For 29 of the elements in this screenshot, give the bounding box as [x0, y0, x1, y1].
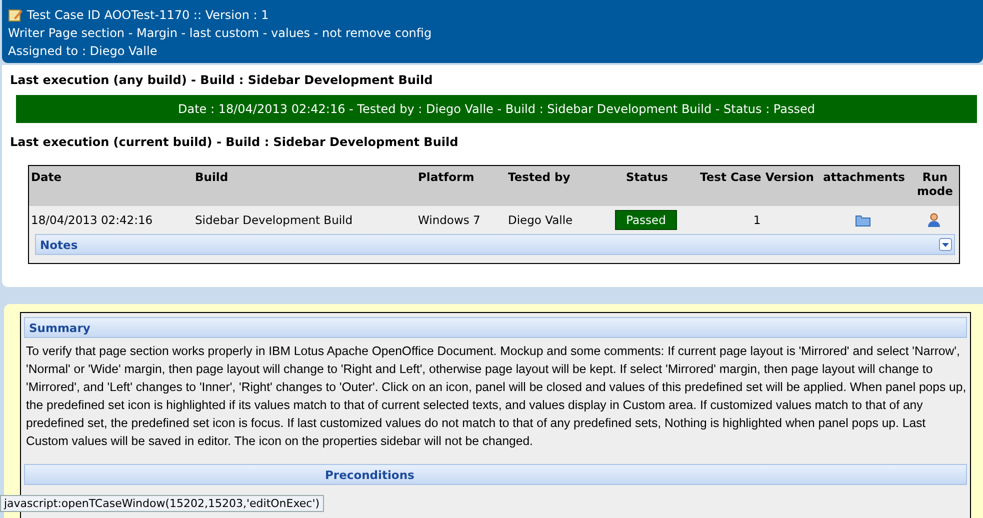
execution-banner: Date : 18/04/2013 02:42:16 - Tested by : Diego Valle - Build : Sidebar Development Build - Status : Passed — [16, 95, 977, 123]
column-header: Date — [30, 170, 63, 184]
column-header: Status — [624, 170, 670, 184]
column-header: attachments — [822, 170, 906, 184]
table-cell-text: Sidebar Development Build — [194, 213, 354, 227]
person-icon — [927, 212, 941, 228]
column-header: Build — [194, 170, 230, 184]
expand-icon[interactable] — [939, 238, 952, 251]
section-heading: Last execution (current build) - Build : Sidebar Development Build — [10, 135, 460, 149]
assigned-to: Assigned to : Diego Valle — [8, 44, 158, 58]
status-bar: javascript:openTCaseWindow(15202,15203,'editOnExec') — [0, 495, 324, 512]
notes-bar[interactable]: Notes — [35, 234, 955, 255]
status-label: Passed — [615, 210, 677, 230]
table-cell-text: 1 — [752, 213, 762, 227]
column-header: Run mode — [916, 170, 954, 198]
column-header: Platform — [417, 170, 476, 184]
table-cell-text: Windows 7 — [417, 213, 482, 227]
column-header: Test Case Version — [699, 170, 815, 184]
preconditions-bar: Preconditions — [24, 464, 967, 485]
summary-bar: Summary — [24, 317, 967, 338]
table-cell-text: Diego Valle — [507, 213, 574, 227]
section-heading: Last execution (any build) - Build : Sidebar Development Build — [10, 73, 434, 87]
summary-text: To verify that page section works properly in IBM Lotus Apache OpenOffice Document. Mockup and some comments: If current page layout is 'Mirrored' and select 'Narrow', 'Normal' or 'Wide' margin, then page layout will change to 'Right and Left', otherwise page layout will be kept. If select 'Mirrored' margin, then page layout will change to 'Mirrored', and 'Left' changes to 'Inner', 'Right' changes to 'Outer'. Click on an icon, panel will be closed and values of this predefined set will be applied. When panel pops up, the predefined set icon is highlighted if its values match to that of current selected texts, and values display in Custom area. If customized values match to that of any predefined set, the predefined set icon is focus. If last customized values do not match to that of any predefined sets, Nothing is highlighted when panel pops up. Last Custom values will be saved in editor. The icon on the properties sidebar will not be changed. — [26, 343, 967, 450]
column-header: Tested by — [507, 170, 572, 184]
test-case-title: Test Case ID AOOTest-1170 :: Version : 1 — [27, 7, 269, 24]
edit-note-icon — [8, 8, 23, 22]
table-cell-text: 18/04/2013 02:42:16 — [30, 213, 154, 227]
folder-icon[interactable] — [855, 213, 871, 227]
test-case-name: Writer Page section - Margin - last custom - values - not remove config — [8, 26, 432, 40]
